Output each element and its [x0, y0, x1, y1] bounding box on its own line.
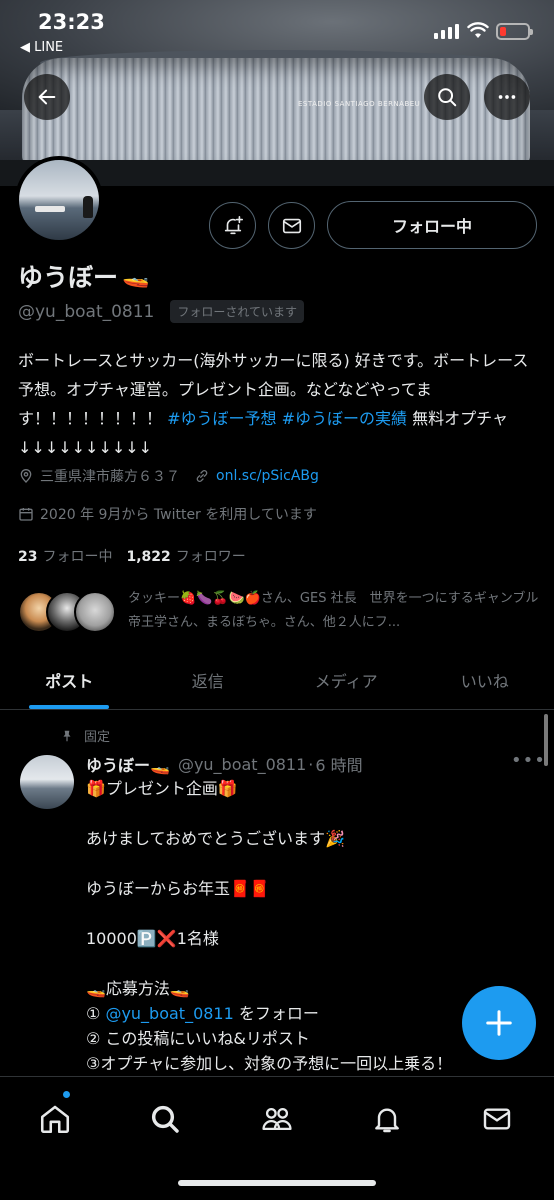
post-line: あけましておめでとうございます🎉 [86, 829, 345, 848]
post-line: 🎁プレゼント企画🎁 [86, 779, 238, 798]
search-icon [438, 88, 457, 107]
home-indicator [178, 1180, 376, 1186]
nav-home[interactable] [31, 1095, 79, 1143]
tab-posts[interactable]: ポスト [0, 650, 139, 709]
nav-notifications[interactable] [363, 1095, 411, 1143]
nav-messages[interactable] [473, 1095, 521, 1143]
scrollbar[interactable] [544, 714, 548, 766]
followed-by-avatars[interactable] [18, 591, 118, 635]
post-line: 10000🅿️❌1名様 [86, 929, 219, 948]
nav-search[interactable] [141, 1095, 189, 1143]
pin-icon [63, 730, 71, 741]
arrow-left-icon [38, 89, 56, 105]
following-count: 23 [18, 549, 38, 565]
pinned-label: 固定 [84, 730, 111, 745]
post-mention-link[interactable]: @yu_boat_0811 [105, 1004, 233, 1023]
profile-tabs: ポスト 返信 メディア いいね [0, 650, 554, 710]
wifi-icon [467, 22, 489, 38]
following-label: フォロー中 [42, 549, 113, 565]
nav-communities[interactable] [253, 1095, 301, 1143]
tab-likes[interactable]: いいね [416, 650, 554, 709]
bio-hashtag-yosou[interactable]: #ゆうぼー予想 [167, 409, 276, 428]
profile-meta-joined-row: 2020 年 9月から Twitter を利用しています [18, 504, 317, 524]
followed-by-text[interactable]: タッキー🍓🍆🍒🍉🍎さん、GES 社長 世界を一つにするギャンブル帝王学さん、まる… [128, 587, 542, 635]
profile-handle: @yu_boat_0811 [18, 301, 155, 322]
handle-row: @yu_boat_0811 フォローされています [18, 300, 305, 323]
tab-media[interactable]: メディア [277, 650, 416, 709]
profile-joined-date: 2020 年 9月から Twitter を利用しています [40, 507, 317, 523]
follows-you-badge: フォローされています [170, 300, 305, 323]
post-header: ゆうぼー🚤 @yu_boat_0811 · 6 時間 [86, 752, 363, 776]
search-icon [151, 1105, 179, 1133]
back-to-app-link[interactable]: ◀ LINE [20, 40, 63, 55]
post-line: ② この投稿にいいね&リポスト [86, 1029, 310, 1048]
post-author-avatar[interactable] [20, 755, 74, 809]
followers-label: フォロワー [175, 549, 246, 565]
notifications-subscribe-button[interactable] [209, 202, 256, 249]
plus-icon [486, 1010, 512, 1036]
calendar-icon [19, 508, 33, 521]
profile-name-emoji: 🚤 [122, 263, 150, 289]
back-button[interactable] [24, 74, 70, 120]
location-pin-icon [20, 469, 32, 483]
tab-label: 返信 [191, 671, 224, 691]
tab-label: いいね [460, 671, 509, 691]
post-meta-dot: · [308, 754, 314, 774]
home-unread-dot [62, 1090, 71, 1099]
profile-avatar[interactable] [15, 156, 103, 244]
compose-post-button[interactable] [462, 986, 536, 1060]
follower-avatar [74, 591, 116, 633]
post-line: ゆうぼーからお年玉🧧🧧 [86, 879, 270, 898]
post-line: 🚤応募方法🚤 [86, 979, 190, 998]
followers-count: 1,822 [126, 549, 171, 565]
active-tab-indicator [29, 705, 110, 709]
link-icon [196, 470, 208, 482]
battery-icon [496, 23, 533, 40]
search-button[interactable] [424, 74, 470, 120]
envelope-icon [282, 218, 301, 233]
pinned-indicator: 固定 [60, 726, 110, 745]
avatar-person-shape [83, 196, 93, 218]
profile-name-text: ゆうぼー [18, 263, 119, 292]
cellular-signal-icon [434, 24, 459, 39]
bell-plus-icon [224, 215, 243, 234]
more-options-button[interactable] [484, 74, 530, 120]
communities-icon [262, 1107, 292, 1131]
avatar-boat-shape [35, 206, 65, 212]
post-line: ① @yu_boat_0811 をフォロー [86, 1001, 526, 1026]
following-count-link[interactable]: 23 フォロー中 [18, 546, 112, 566]
banner-stadium-name: ESTADIO SANTIAGO BERNABEU [298, 100, 421, 108]
message-button[interactable] [268, 202, 315, 249]
tab-label: メディア [314, 671, 378, 691]
profile-meta-location-row: 三重県津市藤方６３７ onl.sc/pSicABg [18, 466, 319, 486]
followers-count-link[interactable]: 1,822 フォロワー [126, 546, 245, 566]
messages-icon [483, 1108, 511, 1130]
home-icon [40, 1105, 70, 1134]
post-author-name[interactable]: ゆうぼー🚤 [86, 752, 170, 776]
tab-replies[interactable]: 返信 [139, 650, 278, 709]
post-line: ③オプチャに参加し、対象の予想に一回以上乗る！ [86, 1054, 453, 1073]
profile-url-link[interactable]: onl.sc/pSicABg [216, 468, 319, 484]
bio-hashtag-jisseki[interactable]: #ゆうぼーの実績 [282, 409, 407, 428]
more-horizontal-icon [498, 95, 516, 99]
following-button[interactable]: フォロー中 [327, 201, 537, 249]
post-line-prefix: ① [86, 1004, 106, 1023]
post-line-suffix: をフォロー [233, 1004, 319, 1023]
follow-counts: 23 フォロー中 1,822 フォロワー [18, 546, 246, 566]
post-body[interactable]: 🎁プレゼント企画🎁 あけましておめでとうございます🎉 ゆうぼーからお年玉🧧🧧 1… [86, 776, 526, 1076]
status-time: 23:23 [38, 10, 105, 34]
notifications-icon [375, 1108, 399, 1133]
post-timestamp[interactable]: 6 時間 [315, 752, 362, 776]
profile-bio: ボートレースとサッカー(海外サッカーに限る) 好きです。ボートレース予想。オプチ… [18, 346, 538, 462]
status-bar: 23:23 ◀ LINE [0, 0, 554, 60]
profile-location: 三重県津市藤方６３７ [40, 469, 180, 485]
tab-label: ポスト [45, 671, 94, 691]
profile-name: ゆうぼー 🚤 [18, 258, 149, 294]
post-more-icon[interactable]: ••• [511, 750, 546, 771]
post-author-handle[interactable]: @yu_boat_0811 [178, 755, 306, 774]
